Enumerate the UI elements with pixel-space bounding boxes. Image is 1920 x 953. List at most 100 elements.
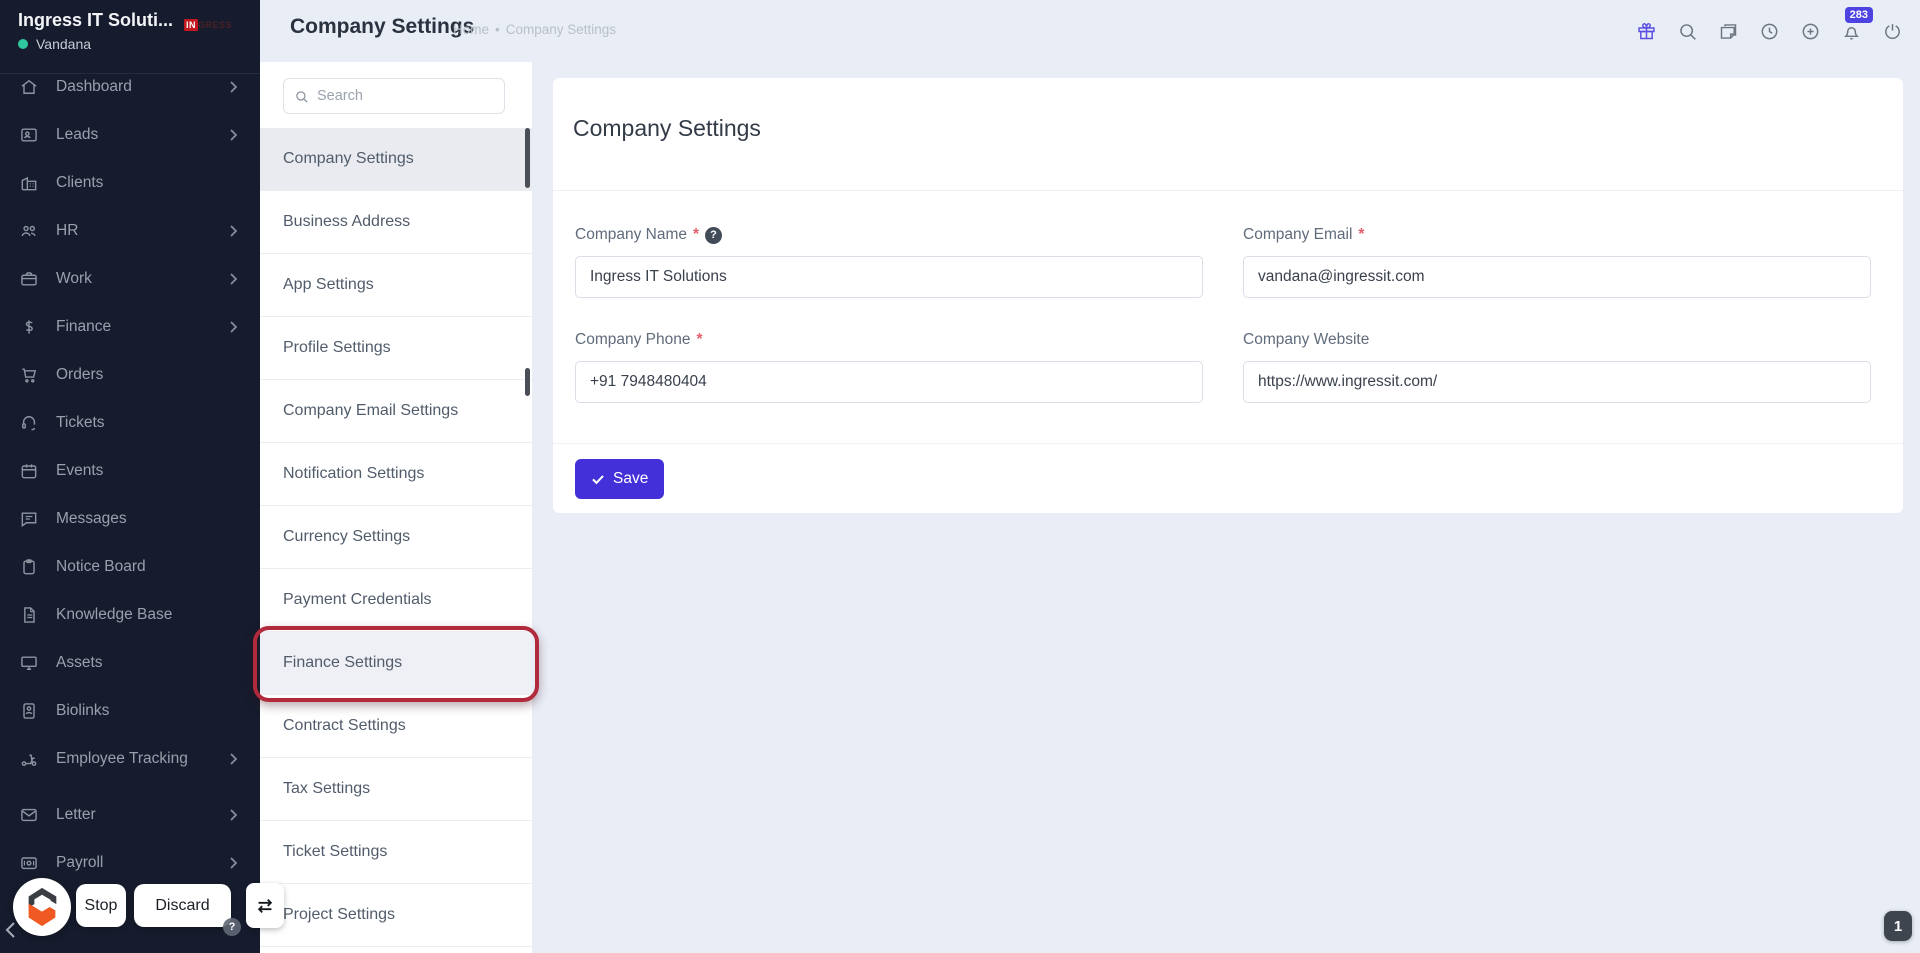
file-text-icon [18, 604, 40, 626]
field-label: Company Email [1243, 226, 1353, 243]
settings-item-notification-settings[interactable]: Notification Settings [260, 443, 532, 506]
save-button[interactable]: Save [575, 459, 665, 499]
search-icon [296, 90, 308, 103]
user-status: Vandana [18, 36, 91, 52]
overlay-help-icon[interactable]: ? [223, 918, 241, 936]
chevron-right-icon [228, 129, 240, 141]
settings-item-company-settings[interactable]: Company Settings [260, 128, 532, 191]
calendar-icon [18, 460, 40, 482]
settings-item-contract-settings[interactable]: Contract Settings [260, 695, 532, 758]
sidebar-item-events[interactable]: Events [0, 447, 260, 495]
field-label: Company Website [1243, 331, 1370, 348]
company-phone-input[interactable] [575, 361, 1203, 403]
scooter-icon [18, 748, 40, 770]
notes-icon[interactable] [1716, 19, 1740, 43]
discard-button[interactable]: Discard [134, 884, 231, 927]
breadcrumb-home[interactable]: Home [453, 22, 489, 37]
chevron-right-icon [228, 81, 240, 93]
settings-item-company-email-settings[interactable]: Company Email Settings [260, 380, 532, 443]
people-icon [18, 220, 40, 242]
settings-search-input[interactable] [317, 88, 487, 104]
divider [553, 190, 1903, 191]
chevron-right-icon [228, 753, 240, 765]
company-name-input[interactable] [575, 256, 1203, 298]
swap-arrows-button[interactable] [246, 883, 284, 928]
chevron-right-icon [228, 809, 240, 821]
clock-icon[interactable] [1757, 19, 1781, 43]
page-number-badge: 1 [1884, 911, 1912, 941]
sidebar-item-employee-tracking[interactable]: Employee Tracking [0, 735, 260, 783]
sidebar-item-notice-board[interactable]: Notice Board [0, 543, 260, 591]
headset-icon [18, 412, 40, 434]
chat-icon [18, 508, 40, 530]
field-company-website: Company Website [1243, 331, 1871, 403]
sidebar-item-assets[interactable]: Assets [0, 639, 260, 687]
sidebar-item-clients[interactable]: Clients [0, 159, 260, 207]
notification-count-badge: 283 [1844, 7, 1873, 23]
field-company-name: Company Name * ? [575, 226, 1203, 298]
company-email-input[interactable] [1243, 256, 1871, 298]
id-card-icon [18, 124, 40, 146]
settings-item-profile-settings[interactable]: Profile Settings [260, 317, 532, 380]
sidebar-item-tickets[interactable]: Tickets [0, 399, 260, 447]
sidebar-item-messages[interactable]: Messages [0, 495, 260, 543]
search-icon[interactable] [1675, 19, 1699, 43]
chevron-right-icon [228, 857, 240, 869]
page-title: Company Settings [290, 15, 475, 38]
check-icon [592, 475, 604, 485]
sidebar-item-biolinks[interactable]: Biolinks [0, 687, 260, 735]
online-status-icon [18, 39, 28, 49]
gift-icon[interactable] [1634, 19, 1658, 43]
clipboard-icon [18, 556, 40, 578]
badge-icon [18, 700, 40, 722]
field-label: Company Phone [575, 331, 691, 348]
sidebar-item-leads[interactable]: Leads [0, 111, 260, 159]
sidebar-item-orders[interactable]: Orders [0, 351, 260, 399]
power-icon[interactable] [1880, 19, 1904, 43]
page-header: Company Settings Home • Company Settings… [260, 0, 1920, 62]
sidebar-item-work[interactable]: Work [0, 255, 260, 303]
sidebar-item-dashboard[interactable]: Dashboard [0, 63, 260, 111]
briefcase-icon [18, 268, 40, 290]
settings-item-app-settings[interactable]: App Settings [260, 254, 532, 317]
stop-button[interactable]: Stop [76, 884, 126, 927]
app-screen: Ingress IT Soluti... Vandana IN GRESS Das… [0, 0, 1920, 953]
settings-item-ticket-settings[interactable]: Ticket Settings [260, 821, 532, 884]
settings-item-currency-settings[interactable]: Currency Settings [260, 506, 532, 569]
settings-item-finance-settings[interactable]: Finance Settings [260, 632, 532, 695]
building-icon [18, 172, 40, 194]
user-name: Vandana [36, 36, 92, 52]
settings-item-payment-credentials[interactable]: Payment Credentials [260, 569, 532, 632]
field-label: Company Name [575, 226, 687, 243]
settings-search [283, 78, 505, 114]
company-website-input[interactable] [1243, 361, 1871, 403]
agent-logo-badge[interactable] [13, 878, 71, 936]
wallet-icon [18, 852, 40, 874]
divider [553, 443, 1903, 444]
settings-scrollbar-thumb[interactable] [525, 368, 530, 396]
monitor-icon [18, 652, 40, 674]
home-icon [18, 76, 40, 98]
sidebar-item-hr[interactable]: HR [0, 207, 260, 255]
collapse-arrow-icon[interactable] [4, 921, 18, 939]
settings-item-business-address[interactable]: Business Address [260, 191, 532, 254]
sidebar-item-knowledge-base[interactable]: Knowledge Base [0, 591, 260, 639]
field-company-email: Company Email * [1243, 226, 1871, 298]
header-icons: 283 [1634, 0, 1904, 62]
breadcrumb-separator: • [495, 22, 500, 37]
sidebar-item-letter[interactable]: Letter [0, 791, 260, 839]
cart-icon [18, 364, 40, 386]
sidebar-item-finance[interactable]: Finance [0, 303, 260, 351]
settings-item-tax-settings[interactable]: Tax Settings [260, 758, 532, 821]
bell-icon[interactable]: 283 [1839, 7, 1873, 43]
agent-logo-icon [28, 887, 57, 927]
workspace-name: Ingress IT Soluti... [18, 10, 174, 30]
help-icon[interactable]: ? [705, 226, 723, 244]
settings-item-project-settings[interactable]: Project Settings [260, 884, 532, 947]
required-marker: * [1358, 226, 1365, 243]
plus-circle-icon[interactable] [1798, 19, 1822, 43]
chevron-right-icon [228, 273, 240, 285]
settings-scrollbar-thumb[interactable] [525, 128, 530, 188]
required-marker: * [693, 226, 700, 243]
swap-arrows-icon [257, 898, 273, 913]
